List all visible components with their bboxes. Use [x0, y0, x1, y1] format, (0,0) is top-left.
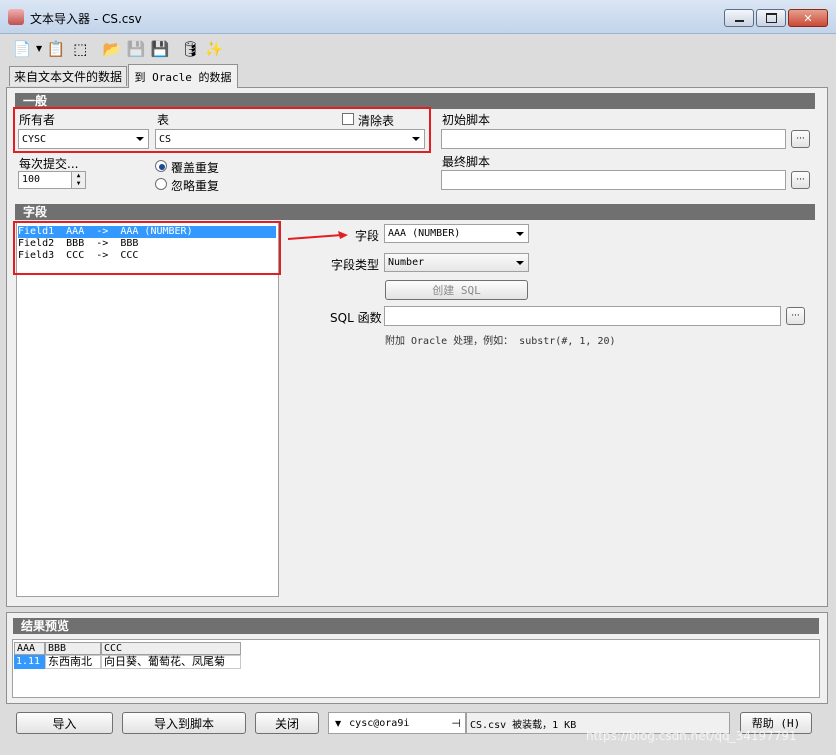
- open-folder-icon[interactable]: 📂: [102, 39, 122, 59]
- import-button[interactable]: 导入: [16, 712, 113, 734]
- preview-section-header: 结果预览: [13, 618, 819, 634]
- maximize-icon: [765, 13, 777, 23]
- field-value: AAA (NUMBER): [388, 228, 461, 239]
- field-list-item[interactable]: Field1 AAA -> AAA (NUMBER): [18, 226, 276, 238]
- chevron-down-icon: [516, 231, 524, 236]
- connection-value: cysc@ora9i: [349, 717, 410, 729]
- final-script-label: 最终脚本: [442, 155, 491, 169]
- final-script-browse-button[interactable]: ···: [791, 171, 810, 189]
- field-list-item[interactable]: Field2 BBB -> BBB: [18, 238, 276, 250]
- preview-col-header: AAA: [14, 642, 45, 655]
- magic-wand-icon[interactable]: ✨: [204, 39, 224, 59]
- new-document-icon[interactable]: 📄: [12, 39, 32, 59]
- tab-label: 到 Oracle 的数据: [134, 70, 232, 84]
- sql-function-label: SQL 函数: [330, 311, 382, 325]
- overwrite-label: 覆盖重复: [171, 161, 220, 175]
- init-script-label: 初始脚本: [442, 113, 491, 127]
- owner-label: 所有者: [19, 113, 56, 127]
- owner-value: CYSC: [22, 133, 47, 145]
- title-bar: 文本导入器 - CS.csv ✕: [0, 0, 836, 34]
- close-window-button[interactable]: ✕: [788, 9, 828, 27]
- sql-hint: 附加 Oracle 处理，例如： substr(#, 1, 20): [385, 336, 616, 347]
- clear-table-checkbox[interactable]: [342, 113, 354, 125]
- preview-cell: 1.11: [14, 655, 45, 669]
- stepper-down-icon[interactable]: ▼: [71, 180, 85, 188]
- chevron-down-icon: ▼: [335, 718, 342, 728]
- database-icon[interactable]: 🛢: [180, 39, 200, 59]
- sql-function-input[interactable]: [384, 306, 781, 326]
- owner-select[interactable]: CYSC: [18, 129, 149, 149]
- import-label: 导入: [52, 716, 77, 731]
- tab-text-file[interactable]: 来自文本文件的数据: [9, 66, 127, 86]
- preview-cell: 向日葵、葡萄花、凤尾菊: [101, 655, 241, 669]
- connection-selector[interactable]: ▼ cysc@ora9i ⊣: [328, 712, 466, 734]
- create-sql-button[interactable]: 创建 SQL: [385, 280, 528, 300]
- minimize-icon: [734, 20, 744, 22]
- minimize-button[interactable]: [724, 9, 754, 27]
- tab-label: 来自文本文件的数据: [13, 70, 122, 84]
- init-script-input[interactable]: [441, 129, 786, 149]
- commit-stepper[interactable]: 100 ▲ ▼: [18, 171, 86, 189]
- paste-icon[interactable]: 📋: [46, 39, 66, 59]
- chevron-down-icon: [412, 137, 420, 141]
- field-select[interactable]: AAA (NUMBER): [384, 224, 529, 243]
- clear-icon[interactable]: ⬚: [70, 39, 90, 59]
- save-icon[interactable]: 💾: [150, 39, 170, 59]
- field-type-value: Number: [388, 257, 425, 268]
- field-type-label: 字段类型: [331, 258, 380, 272]
- overwrite-radio[interactable]: [155, 160, 167, 172]
- import-to-script-button[interactable]: 导入到脚本: [122, 712, 246, 734]
- field-label: 字段: [355, 229, 380, 243]
- watermark: https://blog.csdn.net/qq_34197791: [586, 729, 797, 743]
- init-script-browse-button[interactable]: ···: [791, 130, 810, 148]
- table-value: CS: [159, 133, 172, 145]
- app-icon: [8, 9, 24, 25]
- table-label: 表: [157, 113, 170, 127]
- sql-function-browse-button[interactable]: ···: [786, 307, 805, 325]
- chevron-down-icon: [516, 260, 524, 265]
- field-list-item[interactable]: Field3 CCC -> CCC: [18, 250, 276, 262]
- preview-col-header: BBB: [45, 642, 101, 655]
- import-to-script-label: 导入到脚本: [153, 716, 214, 731]
- chevron-down-icon: [136, 137, 144, 141]
- field-type-select[interactable]: Number: [384, 253, 529, 272]
- window-title: 文本导入器 - CS.csv: [30, 12, 142, 26]
- close-button[interactable]: 关闭: [255, 712, 319, 734]
- commit-label: 每次提交...: [19, 157, 79, 171]
- final-script-input[interactable]: [441, 170, 786, 190]
- preview-cell: 东西南北: [45, 655, 101, 669]
- ignore-label: 忽略重复: [171, 179, 220, 193]
- save-disabled-icon: 💾: [126, 39, 146, 58]
- close-label: 关闭: [274, 716, 299, 731]
- create-sql-label: 创建 SQL: [432, 284, 481, 297]
- status-value: CS.csv 被装载，1 KB: [470, 719, 577, 731]
- preview-col-header: CCC: [101, 642, 241, 655]
- clear-table-label: 清除表: [358, 114, 395, 128]
- tab-oracle[interactable]: 到 Oracle 的数据: [128, 64, 238, 88]
- field-list[interactable]: [16, 222, 279, 597]
- toolbar: 📄 ▼ 📋 ⬚ 📂 💾 💾 🛢 ✨: [0, 35, 836, 62]
- commit-value: 100: [22, 174, 41, 185]
- radio-dot-icon: [159, 164, 165, 170]
- maximize-button[interactable]: [756, 9, 786, 27]
- dropdown-arrow-icon[interactable]: ▼: [36, 44, 42, 53]
- fields-section-header: 字段: [15, 204, 815, 220]
- close-icon: ✕: [803, 11, 813, 25]
- pin-icon[interactable]: ⊣: [451, 717, 461, 730]
- ignore-radio[interactable]: [155, 178, 167, 190]
- stepper-up-icon[interactable]: ▲: [71, 172, 85, 180]
- arrow-right-icon: [287, 231, 348, 240]
- table-select[interactable]: CS: [155, 129, 425, 149]
